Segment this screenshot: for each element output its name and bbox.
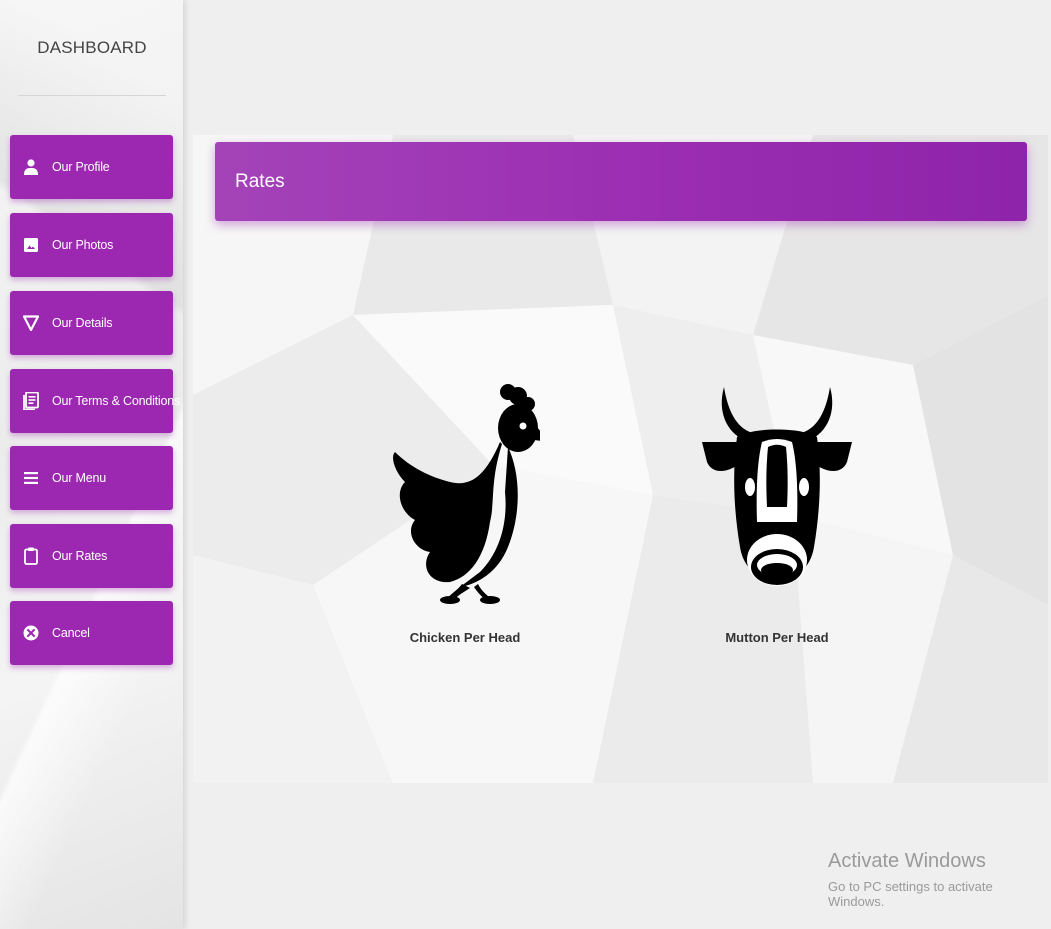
page-title: Rates — [215, 142, 1027, 221]
sidebar-item-label: Our Details — [52, 316, 113, 330]
image-icon — [10, 213, 52, 277]
sidebar-item-label: Cancel — [52, 626, 90, 640]
sidebar-item-our-photos[interactable]: Our Photos — [10, 213, 173, 277]
document-icon — [10, 369, 52, 433]
cow-head-icon — [702, 382, 852, 612]
sidebar-item-our-rates[interactable]: Our Rates — [10, 524, 173, 588]
rate-label: Chicken Per Head — [409, 630, 521, 645]
person-icon — [10, 135, 52, 199]
mutton-rate-card[interactable]: Mutton Per Head — [667, 382, 887, 645]
sidebar: DASHBOARD Our Profile Our Photos Our Det… — [0, 0, 183, 929]
sidebar-item-label: Our Terms & Conditions — [52, 394, 181, 408]
triangle-down-icon — [10, 291, 52, 355]
sidebar-title: DASHBOARD — [18, 0, 166, 96]
sidebar-item-our-menu[interactable]: Our Menu — [10, 446, 173, 510]
activate-windows-watermark: Activate Windows Go to PC settings to ac… — [828, 850, 1051, 909]
sidebar-item-our-terms[interactable]: Our Terms & Conditions — [10, 369, 180, 433]
background-pattern — [193, 135, 1048, 783]
watermark-subtitle: Go to PC settings to activate Windows. — [828, 879, 993, 909]
sidebar-item-label: Our Rates — [52, 549, 108, 563]
chicken-rate-card[interactable]: Chicken Per Head — [355, 382, 575, 645]
sidebar-item-our-profile[interactable]: Our Profile — [10, 135, 173, 199]
cancel-icon — [10, 601, 52, 665]
chicken-icon — [390, 382, 550, 612]
sidebar-item-label: Our Profile — [52, 160, 110, 174]
rate-label: Mutton Per Head — [725, 630, 829, 645]
watermark-title: Activate Windows — [828, 850, 986, 872]
sidebar-item-cancel[interactable]: Cancel — [10, 601, 173, 665]
rates-panel — [193, 135, 1048, 783]
sidebar-item-label: Our Photos — [52, 238, 114, 252]
sidebar-item-label: Our Menu — [52, 471, 106, 485]
menu-icon — [10, 446, 52, 510]
clipboard-icon — [10, 524, 52, 588]
sidebar-item-our-details[interactable]: Our Details — [10, 291, 173, 355]
